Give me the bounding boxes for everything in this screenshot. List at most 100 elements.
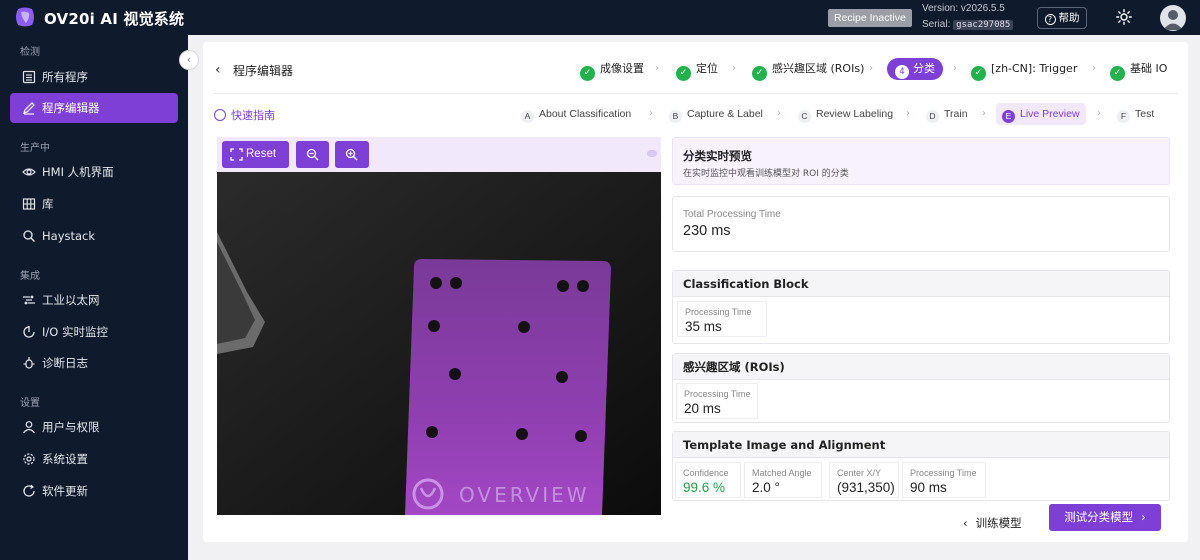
sidebar-item-label: HMI 人机界面 [42,165,114,179]
toolbar-handle[interactable] [647,150,657,157]
live-preview-header: 分类实时预览 在实时监控中观看训练模型对 ROI 的分类 [672,137,1170,185]
substep-capture[interactable]: B Capture & Label [669,103,763,125]
sidebar-item-all-programs[interactable]: 所有程序 [10,62,178,92]
editor-card: ‹ 程序编辑器 ✓ 成像设置 › ✓ 定位 › ✓ 感兴趣区域 (ROIs) › 4分… [203,42,1188,542]
step-imaging-setup[interactable]: ✓ 成像设置 [580,58,644,81]
quick-guide-label: 快速指南 [231,109,275,122]
refresh-icon [23,484,35,497]
sidebar-item-diagnostic-logs[interactable]: 诊断日志 [10,348,178,378]
help-button[interactable]: ? 帮助 [1037,7,1087,29]
sidebar-item-io-monitor[interactable]: I/O 实时监控 [10,317,178,347]
substep-letter: C [798,110,811,123]
section-label-inspection: 检测 [20,47,40,58]
metric-value: 99.6 % [683,480,726,495]
roi-block-panel: 感兴趣区域 (ROIs) Processing Time 20 ms [672,353,1170,423]
step-classification[interactable]: 4 分类 [887,58,943,80]
check-icon: ✓ [1110,66,1125,81]
substep-about[interactable]: A About Classification [521,103,631,125]
previous-step-label: 训练模型 [975,516,1022,530]
serial-value: gsac297085 [953,20,1014,30]
metric-value: 90 ms [910,480,947,495]
substep-separator-icon: › [649,108,653,119]
substep-letter: B [669,110,682,123]
sidebar: 检测 所有程序 程序编辑器 生产中 HMI 人机界面 库 Haystack 集成… [0,35,188,560]
sidebar-item-label: 软件更新 [42,484,88,498]
metric-label: Processing Time [684,389,751,399]
step-basic-io[interactable]: ✓ 基础 IO [1110,58,1168,81]
center-xy-metric: Center X/Y (931,350) [829,462,899,498]
preview-title: 分类实时预览 [683,149,752,163]
sidebar-item-library[interactable]: 库 [10,189,178,219]
help-icon: ? [1044,14,1056,25]
zoom-out-button[interactable] [296,141,329,168]
sidebar-item-hmi[interactable]: HMI 人机界面 [10,157,178,187]
avatar[interactable] [1160,5,1186,31]
substep-letter: E [1002,110,1015,123]
sidebar-item-label: 用户与权限 [42,420,100,434]
sidebar-item-label: 所有程序 [42,70,88,84]
top-bar: OV20i AI 视觉系统 Recipe Inactive Version: v… [0,0,1200,35]
metric-value: 20 ms [684,401,721,416]
io-icon [23,326,35,338]
next-step-button[interactable]: 测试分类模型 › [1049,504,1161,531]
sidebar-collapse-button[interactable]: ‹ [179,50,199,70]
sidebar-item-users-permissions[interactable]: 用户与权限 [10,412,178,442]
avatar-icon [1163,10,1183,30]
step-separator-icon: › [869,63,873,74]
section-label-integration: 集成 [20,271,40,282]
help-label: 帮助 [1058,12,1080,24]
step-label: 基础 IO [1130,62,1168,75]
metric-label: Center X/Y [837,468,882,478]
sidebar-item-label: 程序编辑器 [42,101,100,115]
fit-screen-icon [230,148,243,161]
step-trigger[interactable]: ✓ [zh-CN]: Trigger [971,58,1077,81]
roi-time-metric: Processing Time 20 ms [676,383,758,419]
sidebar-item-haystack[interactable]: Haystack [10,221,178,251]
metric-label: Confidence [683,468,729,478]
substep-label: Live Preview [1020,108,1080,120]
chevron-right-icon: › [1141,510,1146,524]
sidebar-item-label: 诊断日志 [42,356,88,370]
camera-viewer[interactable]: OVERVIEW [217,172,661,515]
logo-icon [16,7,34,27]
zoom-in-icon [345,148,358,161]
substep-review[interactable]: C Review Labeling [798,103,893,125]
zoom-out-icon [306,148,319,161]
step-label: 感兴趣区域 (ROIs) [772,62,865,75]
reset-button[interactable]: Reset [222,141,289,168]
sidebar-item-program-editor[interactable]: 程序编辑器 [10,93,178,123]
preview-subtitle: 在实时监控中观看训练模型对 ROI 的分类 [683,169,849,179]
substep-letter: A [521,110,534,123]
sidebar-item-system-settings[interactable]: 系统设置 [10,444,178,474]
sidebar-item-industrial-ethernet[interactable]: 工业以太网 [10,285,178,315]
chevron-left-icon: ‹ [186,53,192,66]
step-label: 成像设置 [600,62,644,75]
sidebar-item-software-update[interactable]: 软件更新 [10,476,178,506]
step-separator-icon: › [655,63,659,74]
substep-separator-icon: › [777,108,781,119]
step-separator-icon: › [1092,63,1096,74]
zoom-in-button[interactable] [335,141,369,168]
substep-live-preview[interactable]: E Live Preview [996,103,1086,125]
user-icon [23,421,35,434]
total-processing-value: 230 ms [683,223,731,239]
step-number: 4 [895,65,909,79]
metric-label: Matched Angle [752,468,812,478]
template-alignment-title: Template Image and Alignment [673,432,1169,458]
substep-train[interactable]: D Train [926,103,968,125]
substep-letter: D [926,110,939,123]
sidebar-item-label: 工业以太网 [42,293,100,307]
previous-step-button[interactable]: ‹ 训练模型 [963,511,1022,535]
step-rois[interactable]: ✓ 感兴趣区域 (ROIs) [752,58,865,81]
step-label: 分类 [913,62,935,75]
sun-icon[interactable] [1116,9,1132,25]
matched-angle-metric: Matched Angle 2.0 ° [744,462,822,498]
camera-image: OVERVIEW [217,172,661,515]
substep-test[interactable]: F Test [1117,103,1154,125]
bug-icon [23,357,35,369]
check-icon: ✓ [580,66,595,81]
total-processing-panel: Total Processing Time 230 ms [672,196,1170,252]
play-circle-icon [214,109,226,121]
step-locate[interactable]: ✓ 定位 [676,58,718,81]
quick-guide-link[interactable]: 快速指南 [214,107,275,123]
